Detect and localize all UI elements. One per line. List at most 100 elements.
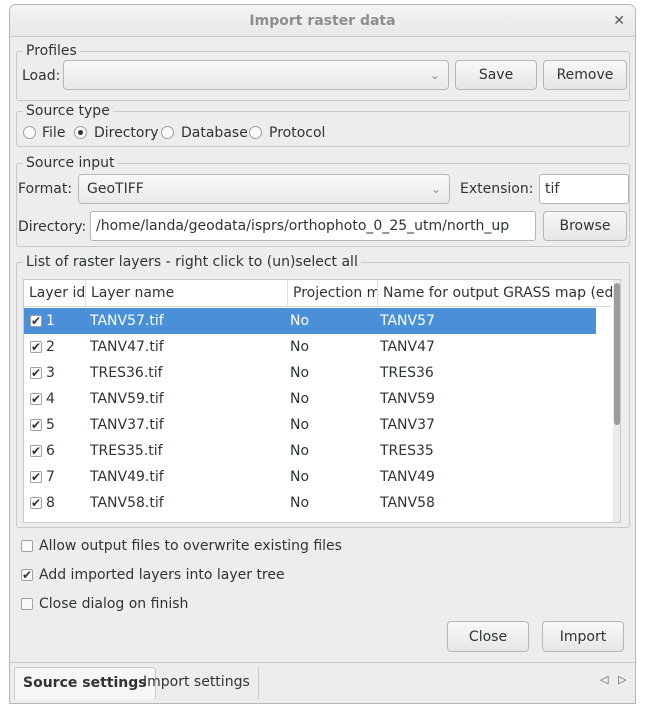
layer-name: TANV37.tif	[90, 417, 164, 433]
column-header-projection[interactable]: Projection ma	[288, 280, 378, 307]
close-button[interactable]: Close	[447, 621, 529, 652]
browse-button[interactable]: Browse	[543, 211, 627, 241]
layer-id: 2	[46, 339, 55, 355]
table-row[interactable]: ✔ 5 TANV37.tif No TANV37	[24, 412, 596, 438]
layer-name: TANV57.tif	[90, 313, 164, 329]
layer-output-name[interactable]: TANV59	[380, 386, 435, 412]
radio-protocol[interactable]	[249, 126, 262, 139]
source-type-group-title: Source type	[23, 102, 113, 120]
layers-group: List of raster layers - right click to (…	[16, 253, 630, 528]
radio-directory-label[interactable]: Directory	[94, 123, 159, 143]
layer-name: TRES35.tif	[90, 443, 163, 459]
layer-projection: No	[290, 365, 310, 381]
load-label: Load:	[22, 68, 61, 84]
import-raster-dialog: Import raster data ✕ Profiles Load: ⌄ Sa…	[9, 4, 636, 704]
layers-table[interactable]: Layer id Layer name Projection ma Name f…	[23, 279, 621, 523]
directory-label: Directory:	[18, 219, 87, 235]
add-layers-label[interactable]: Add imported layers into layer tree	[39, 565, 285, 585]
table-row[interactable]: ✔ 6 TRES35.tif No TRES35	[24, 438, 596, 464]
row-checkbox[interactable]: ✔	[30, 315, 42, 327]
table-row[interactable]: ✔ 1 TANV57.tif No TANV57	[24, 308, 596, 334]
layers-group-title: List of raster layers - right click to (…	[23, 253, 361, 271]
tab-scroll-right-icon[interactable]: ▷	[618, 673, 626, 686]
layer-name: TANV47.tif	[90, 339, 164, 355]
overwrite-checkbox[interactable]	[21, 540, 33, 552]
layer-name: TRES36.tif	[90, 365, 163, 381]
extension-input[interactable]: tif	[539, 174, 629, 204]
source-type-group: Source type File Directory Database Prot…	[16, 102, 630, 147]
layer-id: 8	[46, 495, 55, 511]
table-row[interactable]: ✔ 2 TANV47.tif No TANV47	[24, 334, 596, 360]
chevron-down-icon: ⌄	[429, 68, 440, 82]
radio-directory[interactable]	[74, 126, 87, 139]
radio-file[interactable]	[23, 126, 36, 139]
overwrite-label[interactable]: Allow output files to overwrite existing…	[39, 536, 342, 556]
layer-projection: No	[290, 313, 310, 329]
close-icon[interactable]: ✕	[613, 5, 625, 37]
remove-button[interactable]: Remove	[543, 60, 627, 90]
layer-output-name[interactable]: TRES35	[380, 438, 434, 464]
column-header-output-name[interactable]: Name for output GRASS map (ed	[378, 280, 612, 307]
layer-projection: No	[290, 339, 310, 355]
layer-id: 3	[46, 365, 55, 381]
layer-name: TANV59.tif	[90, 391, 164, 407]
row-checkbox[interactable]: ✔	[30, 419, 42, 431]
layer-projection: No	[290, 417, 310, 433]
column-header-layer-id[interactable]: Layer id	[24, 280, 86, 307]
layer-output-name[interactable]: TANV57	[380, 308, 435, 334]
title-bar: Import raster data ✕	[10, 5, 635, 37]
layer-id: 5	[46, 417, 55, 433]
row-checkbox[interactable]: ✔	[30, 393, 42, 405]
close-on-finish-checkbox[interactable]	[21, 598, 33, 610]
import-button[interactable]: Import	[542, 621, 624, 652]
layer-output-name[interactable]: TANV49	[380, 464, 435, 490]
row-checkbox[interactable]: ✔	[30, 445, 42, 457]
radio-database-label[interactable]: Database	[181, 123, 248, 143]
tab-scroll-left-icon[interactable]: ◁	[600, 673, 608, 686]
table-row[interactable]: ✔ 8 TANV58.tif No TANV58	[24, 490, 596, 516]
window-title: Import raster data	[249, 13, 396, 29]
layer-output-name[interactable]: TANV47	[380, 334, 435, 360]
layer-id: 7	[46, 469, 55, 485]
profiles-group: Profiles Load: ⌄ Save Remove	[16, 42, 630, 101]
table-row[interactable]: ✔ 7 TANV49.tif No TANV49	[24, 464, 596, 490]
load-profile-combo[interactable]: ⌄	[63, 60, 449, 90]
chevron-down-icon: ⌄	[430, 182, 441, 196]
row-checkbox[interactable]: ✔	[30, 341, 42, 353]
close-on-finish-label[interactable]: Close dialog on finish	[39, 594, 188, 614]
add-layers-checkbox[interactable]: ✔	[21, 569, 33, 581]
layer-output-name[interactable]: TANV58	[380, 490, 435, 516]
layer-projection: No	[290, 443, 310, 459]
table-row[interactable]: ✔ 3 TRES36.tif No TRES36	[24, 360, 596, 386]
row-checkbox[interactable]: ✔	[30, 497, 42, 509]
column-header-layer-name[interactable]: Layer name	[86, 280, 288, 307]
directory-input[interactable]: /home/landa/geodata/isprs/orthophoto_0_2…	[90, 211, 536, 241]
save-button[interactable]: Save	[455, 60, 537, 90]
layer-id: 6	[46, 443, 55, 459]
profiles-group-title: Profiles	[23, 42, 80, 60]
source-input-group-title: Source input	[23, 154, 118, 172]
format-label: Format:	[18, 181, 73, 197]
table-header: Layer id Layer name Projection ma Name f…	[24, 280, 612, 307]
extension-label: Extension:	[460, 181, 534, 197]
layer-id: 4	[46, 391, 55, 407]
source-input-group: Source input Format: GeoTIFF ⌄ Extension…	[16, 154, 630, 247]
radio-database[interactable]	[161, 126, 174, 139]
layer-projection: No	[290, 495, 310, 511]
layer-output-name[interactable]: TANV37	[380, 412, 435, 438]
row-checkbox[interactable]: ✔	[30, 367, 42, 379]
layer-output-name[interactable]: TRES36	[380, 360, 434, 386]
format-value: GeoTIFF	[87, 181, 144, 197]
radio-file-label[interactable]: File	[42, 123, 65, 143]
table-row[interactable]: ✔ 4 TANV59.tif No TANV59	[24, 386, 596, 412]
radio-protocol-label[interactable]: Protocol	[269, 123, 325, 143]
row-checkbox[interactable]: ✔	[30, 471, 42, 483]
table-scrollbar-thumb[interactable]	[614, 283, 620, 425]
tab-import-settings[interactable]: Import settings	[135, 667, 259, 699]
layer-name: TANV58.tif	[90, 495, 164, 511]
layer-projection: No	[290, 391, 310, 407]
layer-id: 1	[46, 313, 55, 329]
layer-projection: No	[290, 469, 310, 485]
format-combo[interactable]: GeoTIFF ⌄	[78, 174, 450, 204]
layer-name: TANV49.tif	[90, 469, 164, 485]
